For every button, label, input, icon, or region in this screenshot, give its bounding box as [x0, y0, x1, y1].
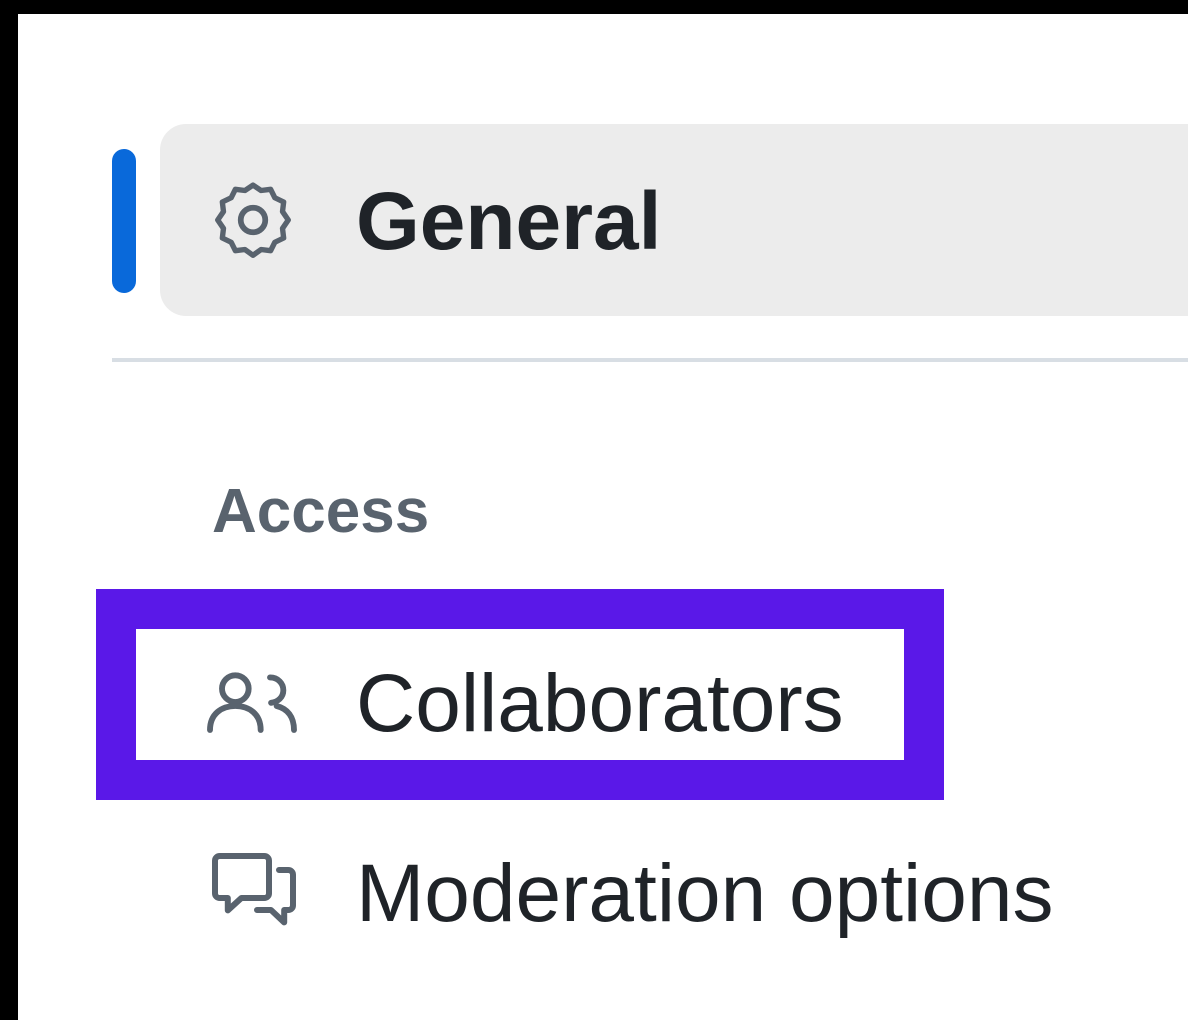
people-icon: [207, 672, 297, 733]
gear-icon: [215, 182, 291, 258]
sidebar-item-label-moderation-options: Moderation options: [356, 848, 1054, 939]
active-item-indicator: [112, 149, 136, 293]
sidebar-divider: [112, 358, 1188, 362]
comment-discussion-icon: [212, 853, 296, 926]
sidebar-item-label-general: General: [356, 176, 662, 267]
section-heading-access: Access: [212, 477, 430, 546]
sidebar-item-label-collaborators: Collaborators: [356, 658, 844, 749]
sidebar-item-general[interactable]: [160, 124, 1188, 316]
